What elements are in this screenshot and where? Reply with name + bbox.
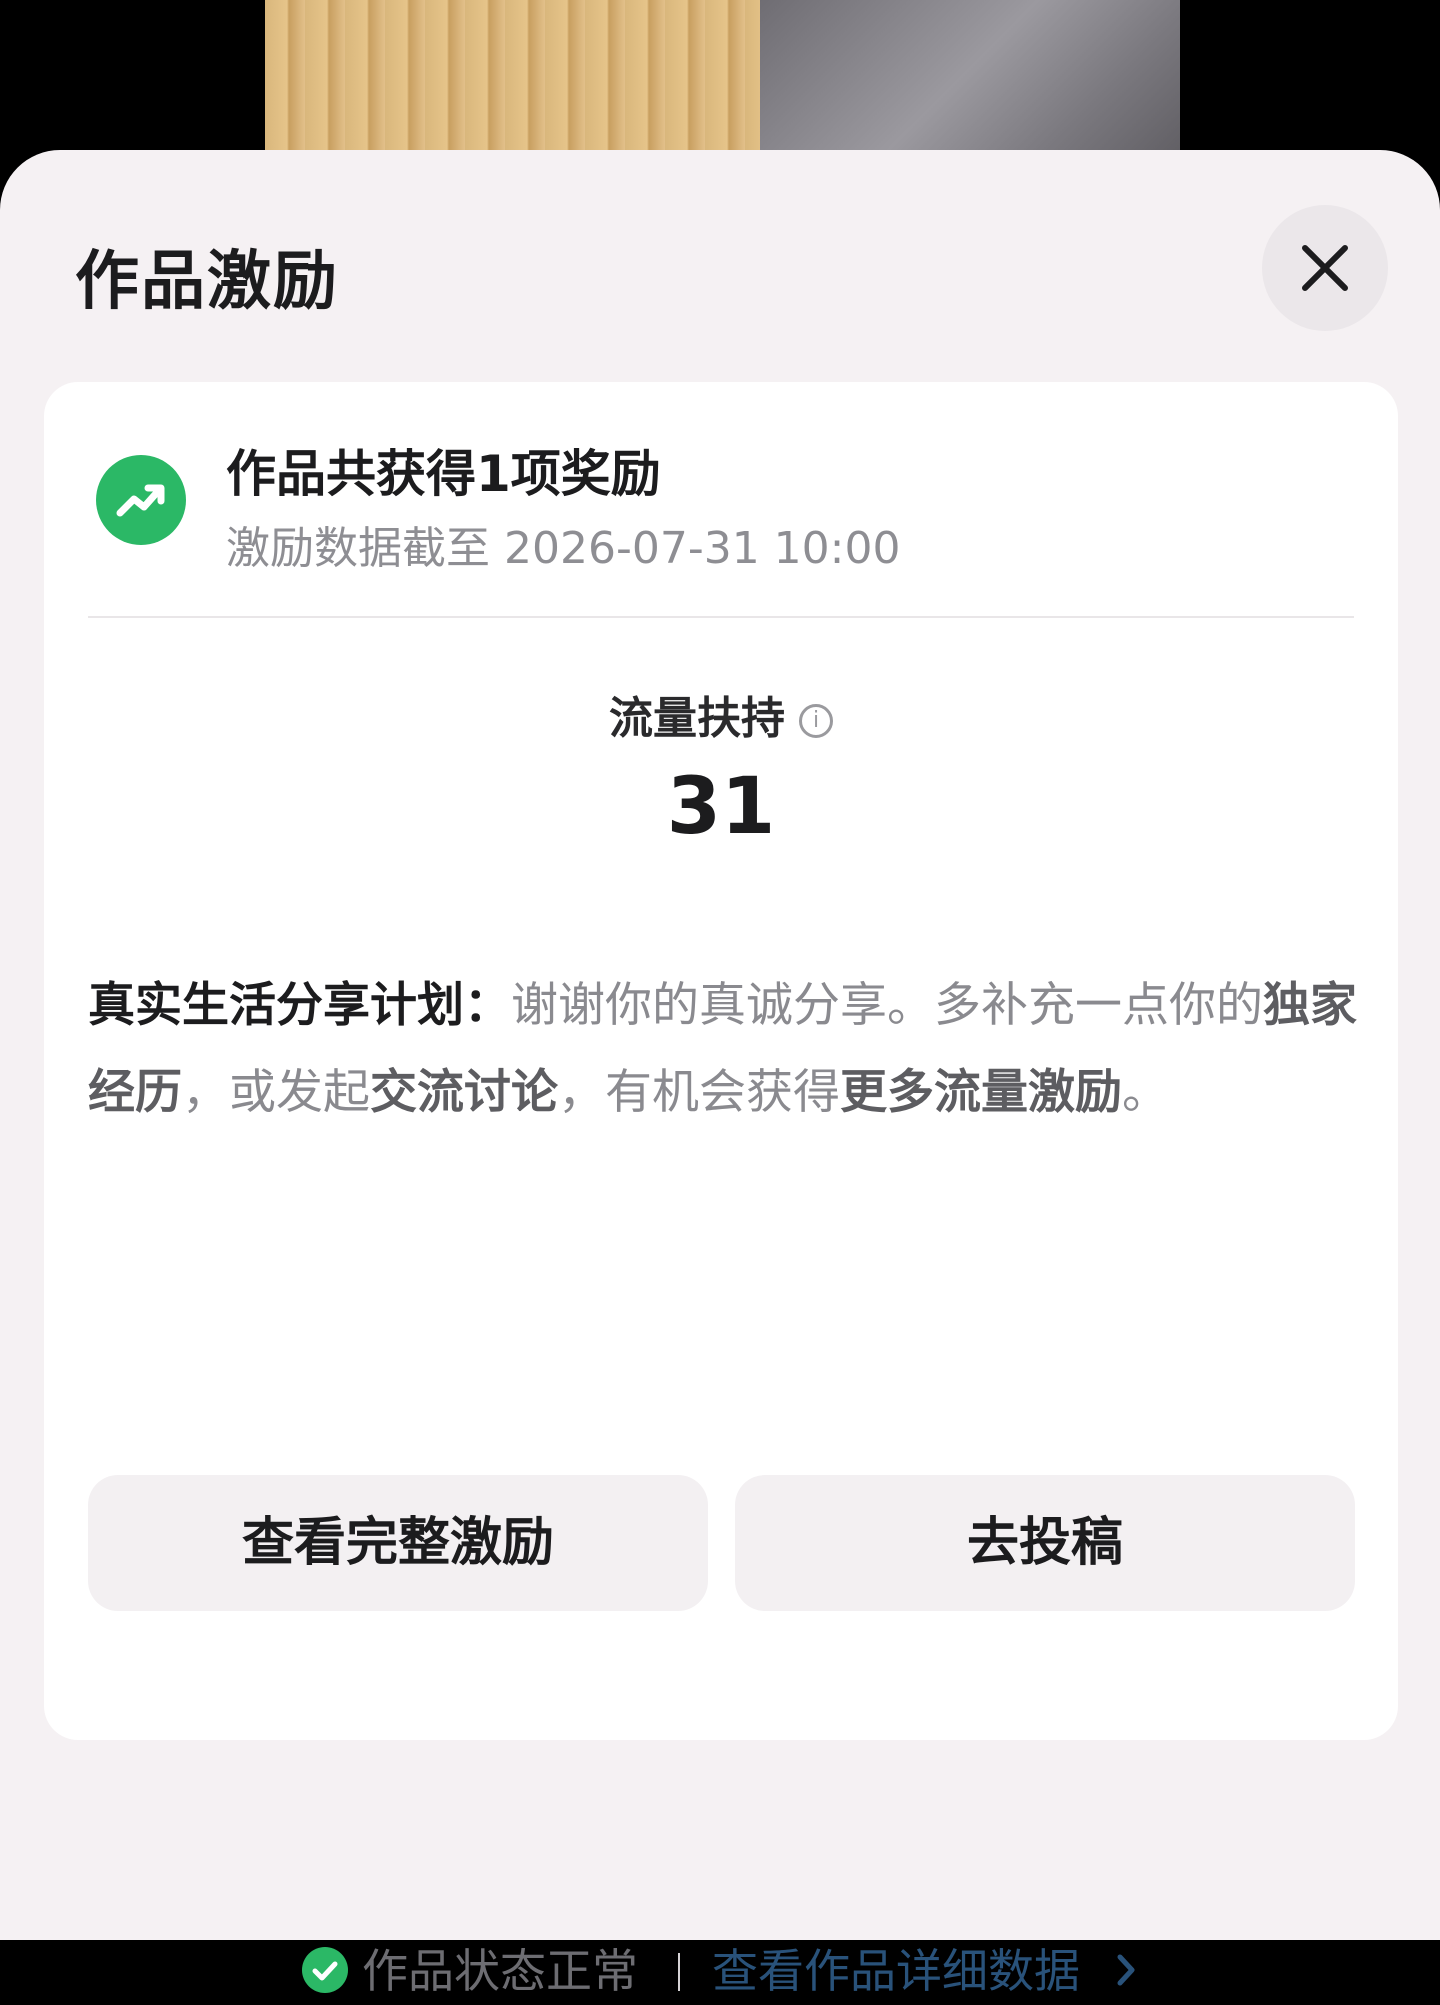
view-full-incentive-button[interactable]: 查看完整激励 <box>88 1475 708 1611</box>
metric-label-row: 流量扶持 i <box>44 682 1398 746</box>
reward-summary-title: 作品共获得1项奖励 <box>226 445 661 503</box>
submit-post-button[interactable]: 去投稿 <box>735 1475 1355 1611</box>
metric-label: 流量扶持 <box>609 693 785 744</box>
metric-value: 31 <box>666 762 776 852</box>
footer: 作品状态正常 查看作品详细数据 <box>0 1925 1440 2005</box>
view-post-details-link[interactable]: 查看作品详细数据 <box>712 1935 1080 2001</box>
sheet-title: 作品激励 <box>75 245 339 319</box>
data-cutoff-time: 激励数据截至 2026-07-31 10:00 <box>226 523 901 574</box>
close-button[interactable] <box>1262 205 1388 331</box>
program-name: 真实生活分享计划： <box>88 978 511 1033</box>
check-circle-icon <box>302 1947 348 1993</box>
info-icon[interactable]: i <box>799 704 833 738</box>
post-status-text: 作品状态正常 <box>362 1944 638 1998</box>
divider <box>88 616 1354 618</box>
close-icon <box>1302 245 1348 291</box>
trend-up-icon <box>96 455 186 545</box>
footer-divider <box>678 1953 680 1991</box>
program-description: 真实生活分享计划：谢谢你的真诚分享。多补充一点你的独家经历，或发起交流讨论，有机… <box>88 978 1357 1120</box>
incentive-sheet: 作品激励 作品共获得1项奖励 激励数据截至 2026-07-31 10:00 流… <box>0 150 1440 1998</box>
chevron-right-icon[interactable] <box>1112 1947 1140 1993</box>
